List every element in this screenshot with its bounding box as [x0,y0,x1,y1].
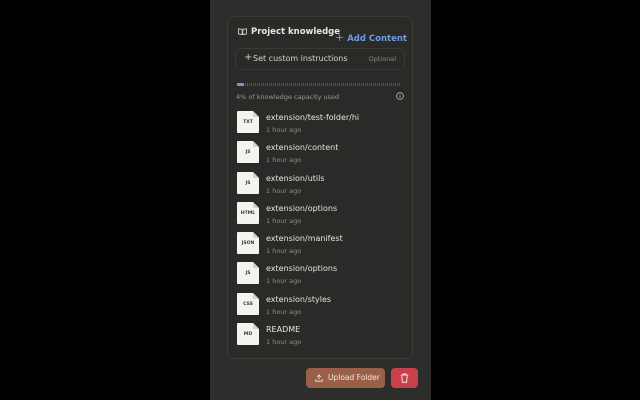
file-type-label: HTML [240,210,256,216]
custom-instructions-button[interactable]: + Set custom instructions Optional [235,48,405,70]
file-timestamp: 1 hour ago [266,277,302,286]
file-type-label: JSON [241,241,255,247]
plus-icon: + [244,52,253,63]
capacity-meter [237,83,401,86]
file-name: extension/test-folder/hi [266,113,360,122]
file-name: extension/content [266,143,339,153]
file-list: TXT extension/test-folder/hi 1 hour ago JS e… [237,111,407,353]
file-timestamp: 1 hour ago [266,307,302,316]
file-timestamp: 1 hour ago [266,186,302,195]
file-name: extension/options [266,264,338,274]
project-knowledge-card: Project knowledge + Add Content + Set cus… [227,16,413,359]
file-type-label: TXT [243,120,253,125]
file-timestamp: 1 hour ago [266,216,302,225]
upload-folder-label: Upload Folder [328,373,380,382]
file-item[interactable]: CSS extension/styles 1 hour ago [237,292,407,323]
file-item[interactable]: MD README 1 hour ago [237,323,407,353]
file-timestamp: 1 hour ago [266,338,302,347]
file-type-label: JS [245,150,251,156]
file-type-label: MD [243,332,253,338]
delete-button[interactable] [391,368,418,388]
capacity-text: 4% of knowledge capacity used [236,93,340,101]
file-name: extension/styles [266,294,332,304]
file-type-label: JS [245,180,251,186]
file-timestamp: 1 hour ago [266,247,302,256]
file-name: extension/manifest [266,234,343,244]
file-name: extension/options [266,203,338,213]
card-title: Project knowledge [251,27,341,37]
file-item[interactable]: TXT extension/test-folder/hi 1 hour ago [237,111,407,141]
upload-icon [315,374,323,382]
file-item[interactable]: JS extension/options 1 hour ago [237,262,407,292]
file-type-label: JS [245,271,251,277]
file-timestamp: 1 hour ago [266,156,302,165]
upload-folder-button[interactable]: Upload Folder [306,368,385,388]
file-item[interactable]: JSON extension/manifest 1 hour ago [237,232,407,262]
file-type-label: CSS [243,301,253,307]
add-content-label: Add Content [347,34,407,44]
file-item[interactable]: JS extension/utils 1 hour ago [237,171,407,202]
info-icon[interactable] [396,92,404,100]
file-name: README [266,325,301,335]
plus-icon: + [335,31,345,44]
card-header: Project knowledge + Add Content [238,26,407,45]
file-item[interactable]: HTML extension/options 1 hour ago [237,201,407,232]
file-name: extension/utils [266,173,325,183]
optional-label: Optional [368,55,396,63]
file-timestamp: 1 hour ago [266,126,302,134]
book-icon [238,28,247,35]
capacity-meter-fill [237,83,244,86]
trash-icon [400,373,409,383]
add-content-button[interactable]: + Add Content [335,26,407,45]
custom-instructions-label: Set custom instructions [253,54,348,63]
file-item[interactable]: JS extension/content 1 hour ago [237,141,407,171]
knowledge-panel: Project knowledge + Add Content + Set cus… [210,0,431,400]
